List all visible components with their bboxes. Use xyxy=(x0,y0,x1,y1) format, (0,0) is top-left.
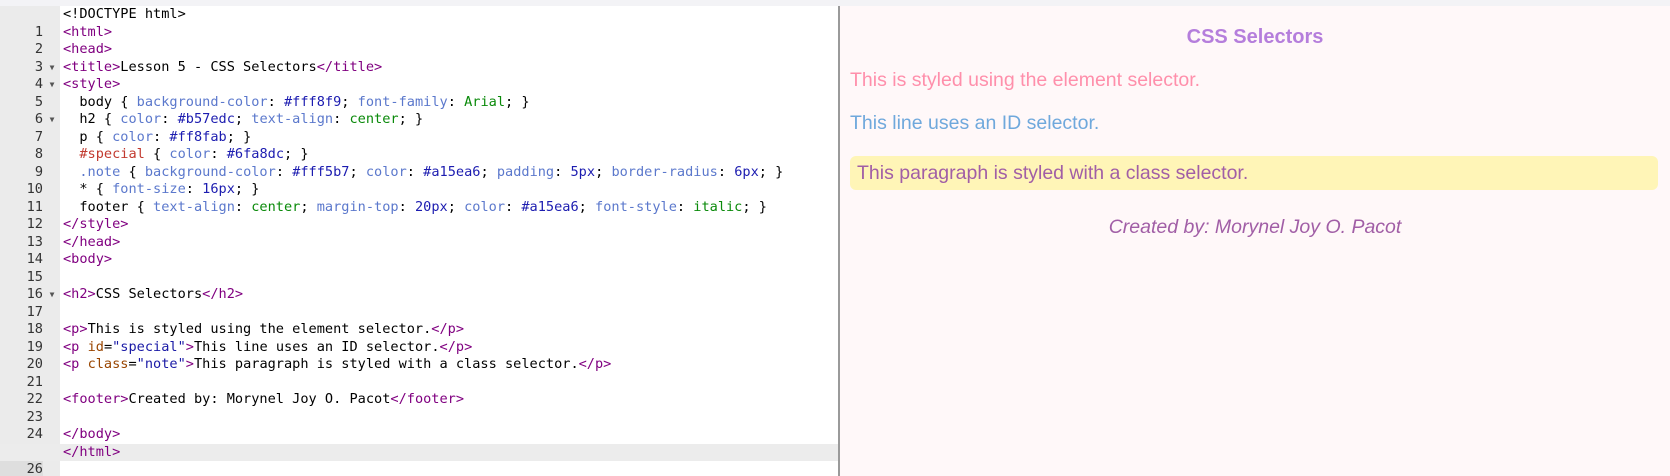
code-line[interactable]: 2 ▼ <html> xyxy=(0,24,838,72)
code-text[interactable]: <p class="note">This paragraph is styled… xyxy=(63,356,611,374)
code-line[interactable]: 14 </head> xyxy=(0,234,838,268)
preview-note-paragraph: This paragraph is styled with a class se… xyxy=(850,156,1658,190)
code-line[interactable]: 4 <title>Lesson 5 - CSS Selectors</title… xyxy=(0,59,838,93)
code-text[interactable]: .note { background-color: #fff5b7; color… xyxy=(63,164,783,182)
code-line[interactable]: 21 <p class="note">This paragraph is sty… xyxy=(0,356,838,390)
code-text[interactable]: </head> xyxy=(63,234,120,252)
code-text[interactable]: <h2>CSS Selectors</h2> xyxy=(63,286,243,304)
code-text[interactable]: <!DOCTYPE html> xyxy=(63,6,186,24)
code-text[interactable]: <style> xyxy=(63,76,120,94)
preview-element-paragraph: This is styled using the element selecto… xyxy=(850,69,1201,91)
code-line[interactable]: 5 ▼ <style> xyxy=(0,76,838,124)
preview-heading: CSS Selectors xyxy=(1186,26,1324,48)
code-text[interactable]: <title>Lesson 5 - CSS Selectors</title> xyxy=(63,59,382,77)
code-line[interactable]: 25 </body> xyxy=(0,426,838,460)
preview-pane: CSS Selectors This is styled using the e… xyxy=(840,6,1670,476)
code-line[interactable]: 11 * { font-size: 16px; } xyxy=(0,181,838,215)
code-text[interactable]: <head> xyxy=(63,41,112,59)
code-line[interactable]: 3 ▼ <head> xyxy=(0,41,838,89)
code-line[interactable]: 16 xyxy=(0,269,838,302)
code-line[interactable]: 23 <footer>Created by: Morynel Joy O. Pa… xyxy=(0,391,838,425)
code-line[interactable]: 10 .note { background-color: #fff5b7; co… xyxy=(0,164,838,198)
code-line[interactable]: 18 xyxy=(0,304,838,337)
code-editor[interactable]: 1 <!DOCTYPE html> 2 ▼ <html> 3 ▼ <head> … xyxy=(0,6,838,476)
code-line[interactable]: 20 <p id="special">This line uses an ID … xyxy=(0,339,838,373)
code-line[interactable]: 12 footer { text-align: center; margin-t… xyxy=(0,199,838,233)
code-text[interactable]: h2 { color: #b57edc; text-align: center;… xyxy=(63,111,423,129)
preview-id-paragraph: This line uses an ID selector. xyxy=(850,112,1100,134)
code-text[interactable]: * { font-size: 16px; } xyxy=(63,181,259,199)
code-text[interactable]: <p>This is styled using the element sele… xyxy=(63,321,464,339)
code-text[interactable]: <p id="special">This line uses an ID sel… xyxy=(63,339,472,357)
code-text[interactable]: body { background-color: #fff8f9; font-f… xyxy=(63,94,529,112)
code-text[interactable]: p { color: #ff8fab; } xyxy=(63,129,251,147)
code-text[interactable]: </style> xyxy=(63,216,128,234)
code-text[interactable]: <html> xyxy=(63,24,112,42)
code-line[interactable]: 13 </style> xyxy=(0,216,838,250)
code-line[interactable]: 1 <!DOCTYPE html> xyxy=(0,6,838,40)
code-text[interactable]: </body> xyxy=(63,426,120,444)
code-line[interactable]: 24 xyxy=(0,409,838,442)
code-text[interactable]: <body> xyxy=(63,251,112,269)
code-line[interactable]: 27 xyxy=(0,461,838,476)
code-line[interactable]: 19 <p>This is styled using the element s… xyxy=(0,321,838,355)
code-line[interactable]: 7 h2 { color: #b57edc; text-align: cente… xyxy=(0,111,838,145)
code-text[interactable]: #special { color: #6fa8dc; } xyxy=(63,146,308,164)
code-line[interactable]: 8 p { color: #ff8fab; } xyxy=(0,129,838,163)
code-line-active[interactable]: 26 </html> xyxy=(0,443,838,476)
code-playground: 1 <!DOCTYPE html> 2 ▼ <html> 3 ▼ <head> … xyxy=(0,0,1670,476)
code-line[interactable]: 15 ▼ <body> xyxy=(0,251,838,299)
code-text[interactable]: footer { text-align: center; margin-top:… xyxy=(63,199,767,217)
code-text[interactable]: <footer>Created by: Morynel Joy O. Pacot… xyxy=(63,391,464,409)
code-line[interactable]: 17 <h2>CSS Selectors</h2> xyxy=(0,286,838,320)
code-line[interactable]: 22 xyxy=(0,374,838,407)
code-line[interactable]: 9 #special { color: #6fa8dc; } xyxy=(0,146,838,180)
code-line[interactable]: 6 body { background-color: #fff8f9; font… xyxy=(0,94,838,128)
preview-footer: Created by: Morynel Joy O. Pacot xyxy=(1108,216,1402,238)
code-text[interactable]: </html> xyxy=(63,444,120,462)
